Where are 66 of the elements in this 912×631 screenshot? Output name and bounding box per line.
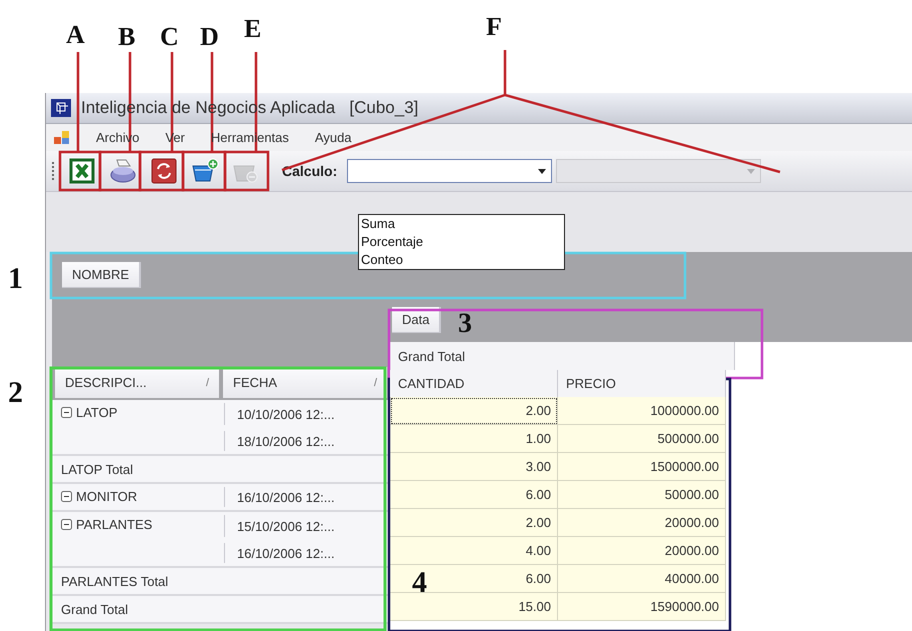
table-cell: 1590000.00	[558, 593, 726, 621]
table-cell: 2.00	[390, 509, 558, 537]
sort-indicator: /	[374, 376, 377, 388]
table-cell: 20000.00	[558, 537, 726, 565]
collapse-icon[interactable]	[61, 519, 72, 530]
column-header: Grand Total	[390, 342, 735, 370]
dropdown-option[interactable]: Conteo	[359, 251, 564, 269]
row-header-cell: 18/10/2006 12:...	[224, 431, 387, 451]
spreadsheet-icon	[68, 158, 94, 184]
table-cell: 20000.00	[558, 509, 726, 537]
row-label: PARLANTES	[76, 517, 152, 532]
highlight-box	[58, 150, 102, 192]
table-cell: 1000000.00	[558, 397, 726, 425]
callout-number: 2	[8, 376, 23, 410]
field-label: DESCRIPCI...	[65, 375, 147, 390]
row-header-cell: 16/10/2006 12:...	[224, 543, 387, 563]
highlight-box	[138, 150, 184, 192]
callout-number: 1	[8, 262, 23, 296]
callout-number: 3	[458, 308, 472, 340]
column-header: CANTIDAD	[390, 370, 558, 397]
row-label: MONITOR	[76, 489, 138, 504]
total-row-header: Grand Total	[60, 600, 128, 618]
menu-item[interactable]: Ayuda	[314, 130, 352, 145]
table-cell: 50000.00	[558, 481, 726, 509]
filter-field-button[interactable]: NOMBRE	[62, 262, 142, 288]
table-cell: 6.00	[390, 481, 558, 509]
row-field-button[interactable]: DESCRIPCI... /	[55, 367, 219, 398]
row-header-cell: 10/10/2006 12:...	[224, 403, 387, 425]
dropdown-option[interactable]: Suma	[359, 215, 564, 233]
refresh-icon	[150, 158, 176, 184]
table-cell: 40000.00	[558, 565, 726, 593]
app-menu-icon[interactable]	[54, 130, 70, 144]
total-row-header: LATOP Total	[60, 460, 134, 478]
highlight-box	[182, 150, 226, 192]
column-header: PRECIO	[558, 370, 726, 397]
callout-letter: D	[200, 22, 219, 52]
highlight-box	[98, 150, 142, 192]
table-cell: 15.00	[390, 593, 558, 621]
callout-letter: C	[160, 22, 179, 52]
dropdown-arrow-icon	[747, 168, 756, 174]
collapse-icon[interactable]	[61, 407, 72, 418]
highlight-box	[224, 150, 270, 192]
row-label: LATOP	[76, 405, 118, 420]
field-label: FECHA	[233, 375, 278, 390]
sort-indicator: /	[206, 376, 209, 388]
cube-icon	[51, 99, 71, 117]
row-header-cell: 15/10/2006 12:...	[224, 515, 387, 537]
table-cell: 1500000.00	[558, 453, 726, 481]
basket-add-icon	[190, 158, 218, 184]
dropdown-option[interactable]: Porcentaje	[359, 233, 564, 251]
table-cell: 2.00	[390, 397, 558, 425]
callout-letter: E	[244, 14, 262, 44]
total-row-header: PARLANTES Total	[60, 572, 168, 590]
row-header-cell: 16/10/2006 12:...	[224, 487, 387, 507]
dropdown-arrow-icon	[538, 168, 546, 174]
table-cell: 500000.00	[558, 425, 726, 453]
toolbar-grip-icon[interactable]	[51, 160, 57, 182]
table-cell: 1.00	[390, 425, 558, 453]
calculation-dropdown[interactable]	[347, 159, 552, 183]
callout-letter: B	[118, 22, 136, 52]
callout-letter: F	[486, 12, 502, 42]
table-cell: 3.00	[390, 453, 558, 481]
collapse-icon[interactable]	[61, 491, 72, 502]
table-cell: 4.00	[390, 537, 558, 565]
printer-icon	[108, 157, 136, 185]
callout-letter: A	[66, 20, 85, 50]
